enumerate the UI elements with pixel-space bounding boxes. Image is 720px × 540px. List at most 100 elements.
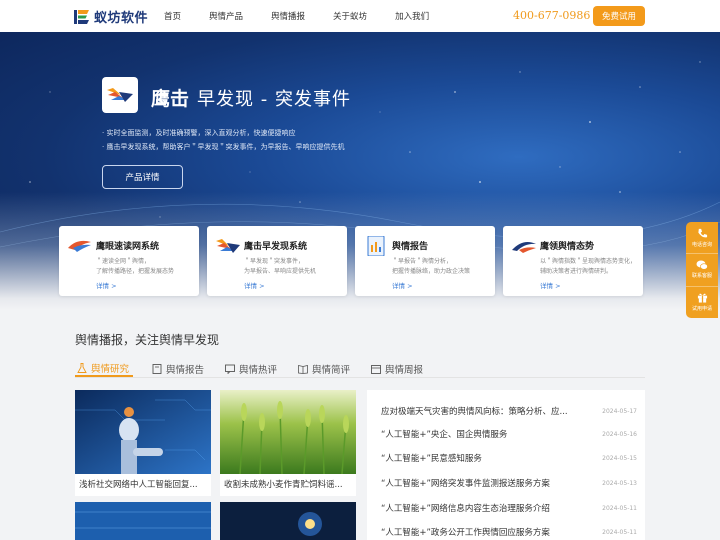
image-news-caption[interactable]: 浅析社交网络中人工智能回复... <box>75 474 211 496</box>
flask-icon <box>77 362 87 373</box>
news-list: 应对极端天气灾害的舆情风向标：策略分析、应... 2024-05-17 “人工智… <box>367 390 645 540</box>
news-title[interactable]: “人工智能+”央企、国企舆情服务 <box>381 428 581 440</box>
card-detail-link[interactable]: 详情 > <box>540 280 561 290</box>
hero-bullet: · 实时全面监测，及时准确预警，深入直观分析，快速便捷响应 <box>102 129 296 137</box>
calendar-icon <box>371 364 381 374</box>
news-title[interactable]: “人工智能+”网络信息内容生态治理服务介绍 <box>381 502 581 514</box>
nav-join[interactable]: 加入我们 <box>395 10 429 22</box>
hero-title-sub: 早发现 - 突发事件 <box>197 89 351 110</box>
news-date: 2024-05-13 <box>602 479 637 487</box>
side-customer-service[interactable]: 联系客服 <box>686 254 718 287</box>
robot-hand-image[interactable] <box>75 390 211 474</box>
tab-label: 舆情周报 <box>385 364 424 376</box>
tab-brief-comment[interactable]: 舆情简评 <box>296 360 352 377</box>
card-desc: ＂早发现＂突发事件， 为早报告、早响应提供先机 <box>244 257 344 277</box>
card-desc-line: 辅助决策者进行舆情研判。 <box>540 268 613 275</box>
news-row[interactable]: “人工智能+”政务公开工作舆情回应服务方案 2024-05-11 <box>381 525 637 539</box>
side-label: 试用申请 <box>691 306 712 313</box>
document-icon <box>152 363 162 374</box>
tab-label: 舆情热评 <box>239 364 278 376</box>
image-news-caption[interactable]: 收割未成熟小麦作青贮饲料谣... <box>220 474 356 496</box>
hero-title-main: 鹰击 <box>151 88 190 110</box>
news-title[interactable]: “人工智能+”民意感知服务 <box>381 452 581 464</box>
product-detail-button[interactable]: 产品详情 <box>102 165 183 189</box>
section-title: 舆情播报，关注舆情早发现 <box>75 333 220 347</box>
gift-icon <box>697 293 707 303</box>
news-title[interactable]: 应对极端天气灾害的舆情风向标：策略分析、应... <box>381 405 581 417</box>
side-float-bar: 电话咨询 联系客服 试用申请 <box>686 222 718 318</box>
main-nav: 首页 舆情产品 舆情播报 关于蚁坊 加入我们 <box>164 0 457 32</box>
news-row[interactable]: “人工智能+”网络突发事件监测报送服务方案 2024-05-13 <box>381 476 637 490</box>
free-trial-button[interactable]: 免费试用 <box>593 6 645 26</box>
card-desc: 以＂舆情指数＂呈现舆情态势变化， 辅助决策者进行舆情研判。 <box>540 257 640 277</box>
eagle-lead-icon <box>512 242 536 253</box>
news-date: 2024-05-17 <box>602 407 637 415</box>
eagle-strike-icon <box>216 239 240 253</box>
top-header: 蚁坊软件 首页 舆情产品 舆情播报 关于蚁坊 加入我们 400-677-0986… <box>0 0 720 32</box>
nav-broadcast[interactable]: 舆情播报 <box>271 10 305 22</box>
news-date: 2024-05-15 <box>602 454 637 462</box>
tab-report[interactable]: 舆情报告 <box>150 360 206 377</box>
logo-mark-icon <box>74 9 89 24</box>
tab-label: 舆情研究 <box>91 363 130 375</box>
tab-label: 舆情简评 <box>312 364 351 376</box>
card-desc: ＂早报告＂舆情分析， 把握传播脉络，助力政企决策 <box>392 257 492 277</box>
tab-hot-comment[interactable]: 舆情热评 <box>223 360 279 377</box>
tabs-divider <box>75 377 645 378</box>
news-tabs: 舆情研究 舆情报告 舆情热评 舆情简评 舆情周报 <box>75 360 442 377</box>
news-title[interactable]: “人工智能+”政务公开工作舆情回应服务方案 <box>381 526 581 538</box>
card-detail-link[interactable]: 详情 > <box>244 280 265 290</box>
card-title: 舆情报告 <box>392 242 429 252</box>
news-date: 2024-05-11 <box>602 528 637 536</box>
nav-products[interactable]: 舆情产品 <box>209 10 243 22</box>
product-card-eagle-lead[interactable]: 鹰领舆情态势 以＂舆情指数＂呈现舆情态势变化， 辅助决策者进行舆情研判。 详情 … <box>503 226 643 296</box>
news-thumbnail[interactable] <box>75 502 211 540</box>
news-row[interactable]: 应对极端天气灾害的舆情风向标：策略分析、应... 2024-05-17 <box>381 404 637 418</box>
news-title[interactable]: “人工智能+”网络突发事件监测报送服务方案 <box>381 477 581 489</box>
product-cards: 鹰眼速读网系统 ＂速读全网＂舆情， 了解传播路径，把握发展态势 详情 > 鹰击早… <box>59 226 643 296</box>
news-thumbnail[interactable] <box>220 502 356 540</box>
side-phone-consult[interactable]: 电话咨询 <box>686 222 718 255</box>
tab-weekly[interactable]: 舆情周报 <box>369 360 425 377</box>
logo-text: 蚁坊软件 <box>94 11 149 26</box>
card-desc-line: 了解传播路径，把握发展态势 <box>96 268 175 275</box>
nav-about[interactable]: 关于蚁坊 <box>333 10 367 22</box>
eagle-eye-icon <box>68 240 91 252</box>
card-desc-line: ＂早发现＂突发事件， <box>244 258 305 265</box>
side-label: 联系客服 <box>691 273 712 280</box>
nav-home[interactable]: 首页 <box>164 10 181 22</box>
tab-research[interactable]: 舆情研究 <box>75 360 133 377</box>
news-row[interactable]: “人工智能+”央企、国企舆情服务 2024-05-16 <box>381 427 637 441</box>
product-card-report[interactable]: 舆情报告 ＂早报告＂舆情分析， 把握传播脉络，助力政企决策 详情 > <box>355 226 495 296</box>
card-desc-line: ＂早报告＂舆情分析， <box>392 258 453 265</box>
card-desc-line: 以＂舆情指数＂呈现舆情态势变化， <box>540 258 637 265</box>
news-row[interactable]: “人工智能+”民意感知服务 2024-05-15 <box>381 451 637 465</box>
news-date: 2024-05-11 <box>602 504 637 512</box>
wheat-field-image[interactable] <box>220 390 356 474</box>
card-title: 鹰领舆情态势 <box>540 242 595 252</box>
card-detail-link[interactable]: 详情 > <box>392 280 413 290</box>
news-row[interactable]: “人工智能+”网络信息内容生态治理服务介绍 2024-05-11 <box>381 501 637 515</box>
logo[interactable]: 蚁坊软件 <box>74 7 148 26</box>
image-news-grid: 浅析社交网络中人工智能回复... 收割未成熟小麦作青贮饲料谣... <box>75 390 356 540</box>
news-date: 2024-05-16 <box>602 430 637 438</box>
phone-number: 400-677-0986 <box>513 9 591 22</box>
product-card-eagle-eye[interactable]: 鹰眼速读网系统 ＂速读全网＂舆情， 了解传播路径，把握发展态势 详情 > <box>59 226 199 296</box>
tab-label: 舆情报告 <box>166 364 205 376</box>
side-trial-apply[interactable]: 试用申请 <box>686 287 718 318</box>
hero-bullet: · 鹰击早发现系统，帮助客户＂早发现＂突发事件，为早报告、早响应提供先机 <box>102 143 345 151</box>
card-desc-line: 把握传播脉络，助力政企决策 <box>392 268 471 275</box>
comment-icon <box>225 364 235 374</box>
side-label: 电话咨询 <box>691 241 712 248</box>
card-title: 鹰击早发现系统 <box>244 242 308 252</box>
card-desc-line: ＂速读全网＂舆情， <box>96 258 151 265</box>
report-icon <box>367 236 385 256</box>
book-icon <box>298 364 308 374</box>
card-detail-link[interactable]: 详情 > <box>96 280 117 290</box>
hero-title: 鹰击 早发现 - 突发事件 <box>151 84 351 111</box>
card-title: 鹰眼速读网系统 <box>96 242 160 252</box>
product-card-eagle-strike[interactable]: 鹰击早发现系统 ＂早发现＂突发事件， 为早报告、早响应提供先机 详情 > <box>207 226 347 296</box>
wechat-icon <box>696 260 708 271</box>
eagle-strike-product-icon <box>102 77 138 113</box>
card-desc: ＂速读全网＂舆情， 了解传播路径，把握发展态势 <box>96 257 196 277</box>
